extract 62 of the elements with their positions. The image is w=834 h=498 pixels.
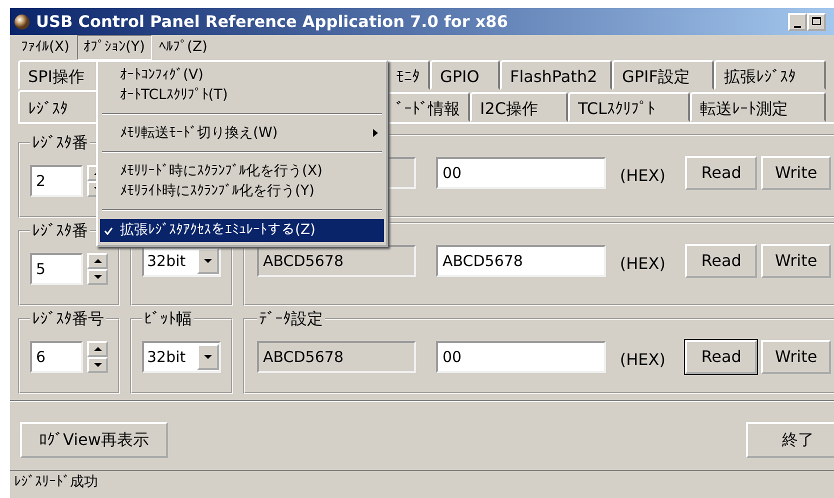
tab[interactable]: 拡張ﾚｼﾞｽﾀ — [714, 60, 826, 90]
unit-label: (HEX) — [620, 165, 666, 187]
write-value-field[interactable]: 00 — [436, 340, 606, 373]
up-arrow-icon — [94, 258, 102, 263]
down-arrow-icon — [94, 362, 102, 367]
menu-item[interactable]: 拡張ﾚｼﾞｽﾀｱｸｾｽをｴﾐｭﾚｰﾄする(Z) — [100, 219, 384, 242]
tab[interactable]: SPI操作 — [18, 60, 98, 90]
tab[interactable]: 転送ﾚｰﾄ測定 — [690, 92, 826, 122]
tab[interactable]: I2C操作 — [470, 92, 568, 122]
register-number-field[interactable]: 5 — [30, 252, 84, 285]
register-number-field[interactable]: 2 — [30, 164, 84, 197]
tab[interactable]: GPIF設定 — [612, 60, 714, 90]
spin-down-button[interactable] — [87, 356, 108, 373]
submenu-arrow-icon — [373, 129, 378, 137]
menu-item[interactable]: ﾒﾓﾘﾗｲﾄ時にｽｸﾗﾝﾌﾞﾙ化を行う(Y) — [100, 181, 384, 201]
spin-up-button[interactable] — [87, 340, 108, 357]
tab[interactable]: GPIO — [430, 60, 500, 90]
write-button[interactable]: Write — [761, 156, 831, 190]
status-bar: ﾚｼﾞｽﾘｰﾄﾞ成功 — [10, 470, 834, 492]
write-button[interactable]: Write — [761, 244, 831, 278]
read-button[interactable]: Read — [685, 340, 758, 374]
write-value-field[interactable]: ABCD5678 — [436, 245, 606, 277]
group-label: ﾚｼﾞｽﾀ番 — [31, 134, 89, 152]
action-button[interactable]: 終了 — [746, 422, 834, 458]
unit-label: (HEX) — [620, 253, 666, 275]
window-title: USB Control Panel Reference Application 7.0 for x86 — [36, 10, 508, 32]
down-arrow-icon — [94, 274, 102, 279]
menu-item[interactable]: ｵﾌﾟｼｮﾝ(Y) — [76, 35, 152, 60]
group-label: ﾃﾞｰﾀ設定 — [258, 310, 324, 328]
bit-width-dropdown[interactable]: 32bit — [142, 340, 221, 373]
write-button[interactable]: Write — [761, 340, 831, 374]
maximize-icon — [812, 17, 822, 26]
bit-width-dropdown[interactable]: 32bit — [142, 245, 221, 277]
menu-item[interactable]: ﾒﾓﾘ転送ﾓｰﾄﾞ切り換え(W) — [100, 123, 384, 143]
minimize-button[interactable] — [788, 12, 807, 30]
menu-item[interactable]: ﾒﾓﾘﾘｰﾄﾞ時にｽｸﾗﾝﾌﾞﾙ化を行う(X) — [100, 161, 384, 181]
menu-item[interactable]: ｵｰﾄｺﾝﾌｨｸﾞ(V) — [100, 65, 384, 85]
check-icon — [104, 226, 113, 234]
group-label: ﾚｼﾞｽﾀ番 — [31, 222, 89, 240]
group-label: ﾚｼﾞｽﾀ番号 — [31, 310, 105, 328]
write-value-field[interactable]: 00 — [436, 157, 606, 189]
read-button[interactable]: Read — [685, 244, 758, 278]
spin-up-button[interactable] — [87, 252, 108, 269]
tab[interactable]: TCLｽｸﾘﾌﾟﾄ — [568, 92, 690, 122]
register-number-field[interactable]: 6 — [30, 340, 84, 373]
dropdown-button[interactable] — [197, 344, 219, 370]
read-button[interactable]: Read — [685, 156, 758, 190]
dropdown-button[interactable] — [197, 248, 219, 274]
down-arrow-icon — [204, 354, 212, 359]
menu-item[interactable]: ﾍﾙﾌﾟ(Z) — [152, 35, 215, 60]
tab[interactable]: FlashPath2 — [500, 60, 612, 90]
action-button[interactable]: ﾛｸﾞView再表示 — [20, 422, 168, 458]
read-value-field: ABCD5678 — [257, 245, 416, 277]
group-label: ﾋﾞｯﾄ幅 — [143, 310, 193, 328]
spin-down-button[interactable] — [87, 268, 108, 285]
down-arrow-icon — [204, 259, 212, 263]
app-icon — [14, 14, 30, 30]
menu-item[interactable]: ﾌｧｲﾙ(X) — [14, 35, 77, 60]
up-arrow-icon — [94, 346, 102, 351]
unit-label: (HEX) — [620, 348, 666, 371]
read-value-field: ABCD5678 — [257, 340, 416, 373]
maximize-button[interactable] — [807, 12, 826, 30]
